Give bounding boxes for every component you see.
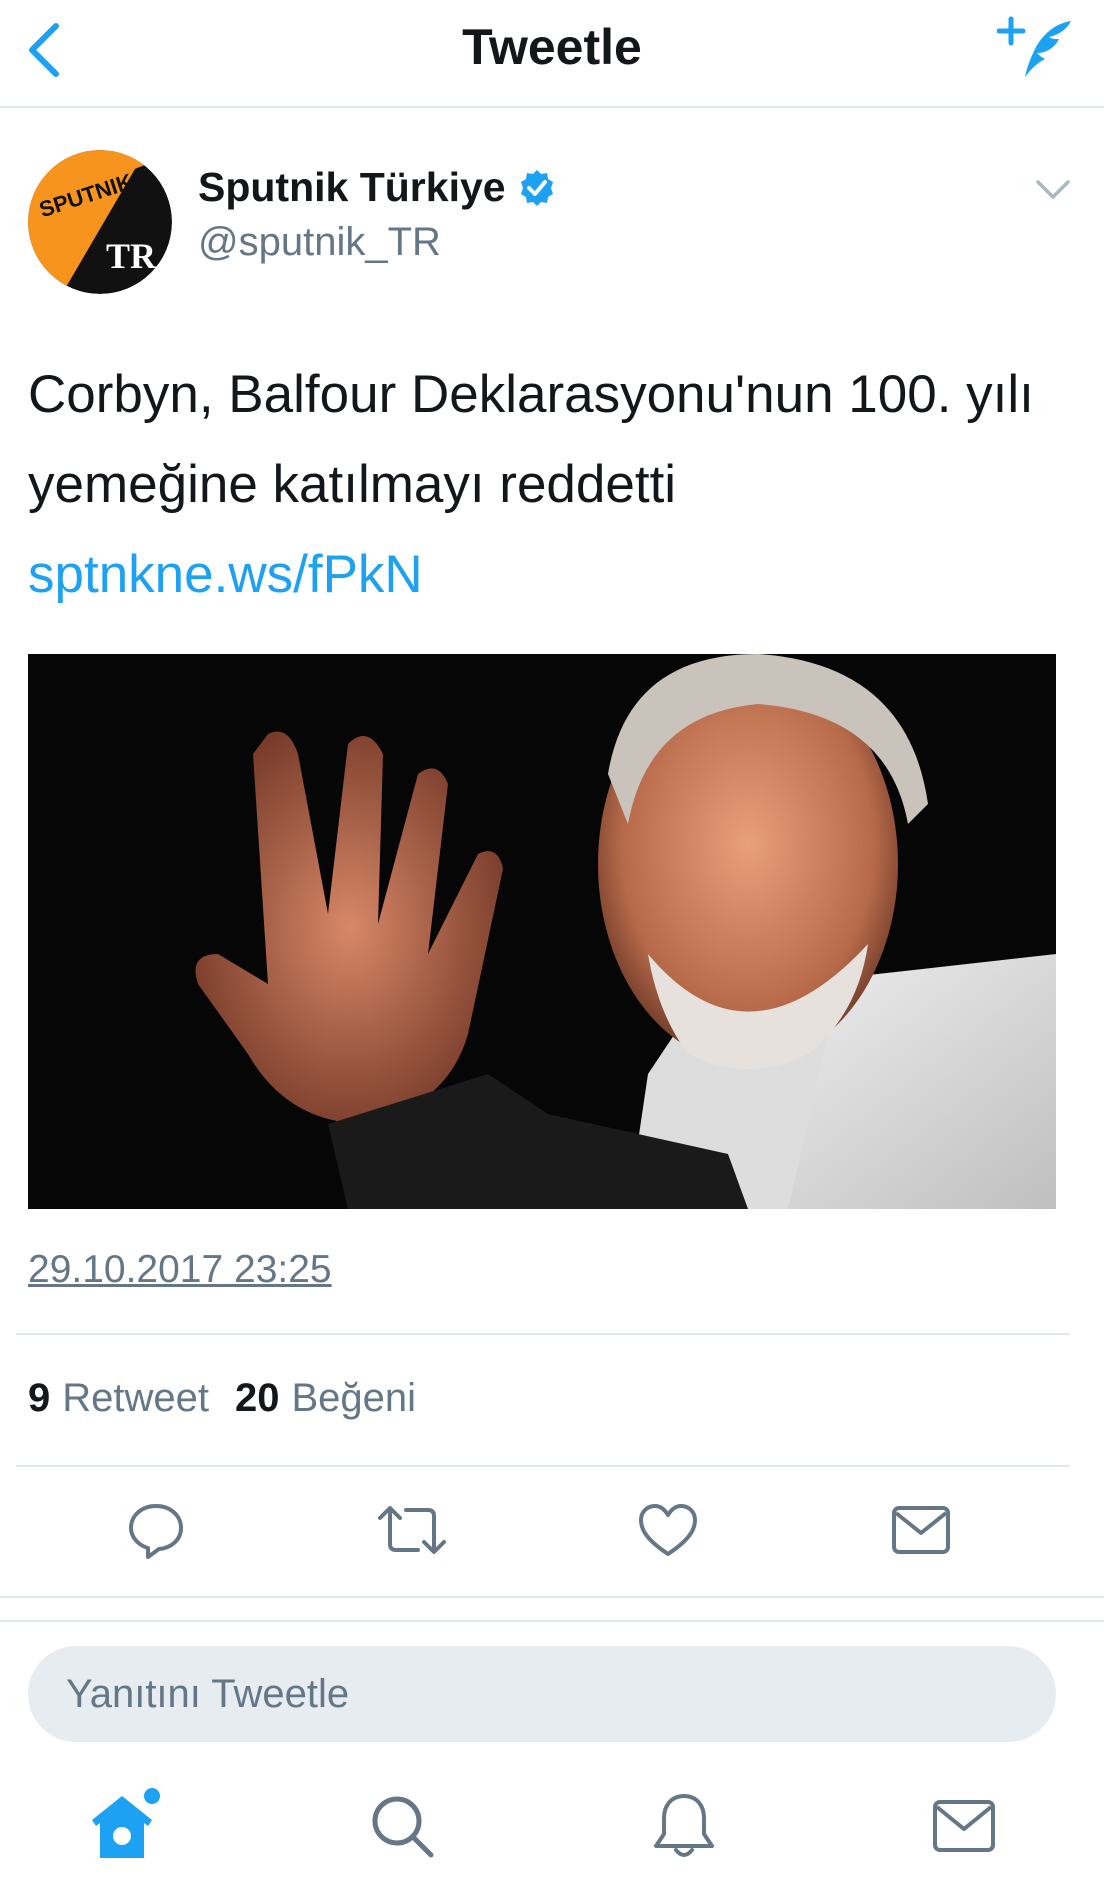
tweet-author-header: SPUTNIK TR Sputnik Türkiye @sputnik_TR	[28, 150, 1078, 300]
tweet-photo[interactable]	[28, 654, 1056, 1209]
tweet-link[interactable]: sptnkne.ws/fPkN	[28, 530, 1078, 620]
like-count-link[interactable]: 20 Beğeni	[235, 1376, 416, 1421]
retweet-count: 9	[28, 1376, 51, 1420]
retweet-count-link[interactable]: 9 Retweet	[28, 1376, 209, 1421]
heart-icon	[639, 1504, 697, 1556]
divider	[0, 1596, 1104, 1598]
author-name-text: Sputnik Türkiye	[198, 164, 506, 210]
photo-image	[28, 654, 1056, 1209]
divider	[16, 1465, 1070, 1467]
tweet-timestamp[interactable]: 29.10.2017 23:25	[28, 1248, 332, 1292]
compose-tweet-icon	[997, 16, 1071, 77]
tab-notifications[interactable]	[634, 1776, 734, 1876]
retweet-button[interactable]	[372, 1490, 452, 1570]
page-title: Tweetle	[462, 19, 642, 75]
verified-badge-icon	[520, 169, 553, 206]
reply-icon	[129, 1504, 183, 1559]
tab-search[interactable]	[352, 1776, 452, 1876]
tab-home[interactable]	[72, 1776, 172, 1876]
tweet-options-button[interactable]	[1028, 170, 1078, 210]
svg-text:TR: TR	[106, 236, 157, 276]
tweet-text: Corbyn, Balfour Deklarasyonu'nun 100. yı…	[28, 365, 1034, 514]
tweet-action-bar	[0, 1490, 1104, 1570]
reply-button[interactable]	[116, 1490, 196, 1570]
retweet-icon	[378, 1506, 446, 1554]
compose-tweet-button[interactable]	[992, 8, 1082, 88]
envelope-icon	[892, 1506, 950, 1554]
reply-input[interactable]	[28, 1646, 1056, 1742]
reply-composer	[28, 1646, 1056, 1742]
like-count: 20	[235, 1376, 280, 1420]
like-label: Beğeni	[291, 1376, 417, 1420]
tweet-body: Corbyn, Balfour Deklarasyonu'nun 100. yı…	[28, 350, 1078, 620]
bottom-tab-bar	[0, 1776, 1104, 1884]
author-handle[interactable]: @sputnik_TR	[198, 220, 441, 265]
sputnik-logo: SPUTNIK TR	[28, 150, 172, 294]
retweet-label: Retweet	[62, 1376, 209, 1420]
direct-message-button[interactable]	[881, 1490, 961, 1570]
tweet-stats: 9 Retweet 20 Beğeni	[28, 1376, 416, 1421]
divider	[16, 1333, 1070, 1335]
avatar[interactable]: SPUTNIK TR	[28, 150, 172, 294]
divider	[0, 1620, 1104, 1622]
top-nav-bar: Tweetle	[0, 0, 1104, 108]
tab-messages[interactable]	[914, 1776, 1014, 1876]
bell-icon	[654, 1794, 714, 1857]
like-button[interactable]	[628, 1490, 708, 1570]
home-icon	[92, 1788, 160, 1858]
chevron-down-icon	[1036, 180, 1070, 199]
author-display-name[interactable]: Sputnik Türkiye	[198, 164, 556, 211]
envelope-icon	[933, 1800, 995, 1852]
search-icon	[372, 1796, 434, 1858]
